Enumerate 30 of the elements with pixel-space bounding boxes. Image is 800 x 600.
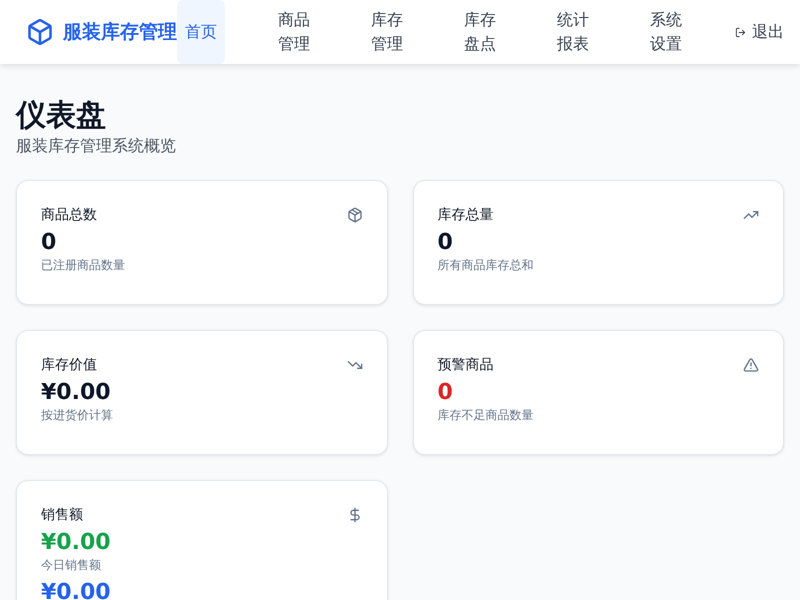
nav-tab[interactable]: 统计报表 (549, 0, 597, 64)
nav-tab[interactable]: 系统设置 (642, 0, 690, 64)
card-title: 商品总数 (41, 206, 97, 225)
page-title: 仪表盘 (16, 97, 107, 135)
stat-value: ¥0.00 (41, 579, 112, 600)
app-title: 服装库存管理 (63, 20, 177, 45)
nav-tab[interactable]: 库存盘点 (456, 0, 504, 64)
nav-tab[interactable]: 商品管理 (270, 0, 318, 64)
stat-value: 0 (41, 229, 58, 257)
stat-value: ¥0.00 (41, 379, 112, 407)
page-subtitle: 服装库存管理系统概览 (16, 136, 177, 156)
logout-icon (735, 26, 746, 38)
stat-value: 0 (438, 379, 454, 407)
stat-caption: 已注册商品数量 (41, 257, 126, 273)
card-title: 库存总量 (438, 206, 494, 225)
stat-value: ¥0.00 (41, 529, 112, 557)
nav-tab[interactable]: 库存管理 (363, 0, 411, 64)
package-icon (346, 207, 362, 223)
warning-icon (743, 357, 759, 373)
logo-icon (26, 18, 54, 46)
card-title: 预警商品 (438, 356, 494, 375)
card-title: 库存价值 (41, 356, 97, 375)
stat-caption: 按进货价计算 (41, 407, 114, 423)
logout-button[interactable]: 退出 (735, 20, 784, 44)
nav-tab[interactable]: 首页 (177, 0, 225, 64)
card-title: 销售额 (41, 506, 83, 525)
stat-caption: 库存不足商品数量 (438, 407, 534, 423)
stat-caption: 所有商品库存总和 (438, 257, 534, 273)
stat-caption: 今日销售额 (41, 557, 102, 573)
stat-value: 0 (438, 229, 454, 257)
